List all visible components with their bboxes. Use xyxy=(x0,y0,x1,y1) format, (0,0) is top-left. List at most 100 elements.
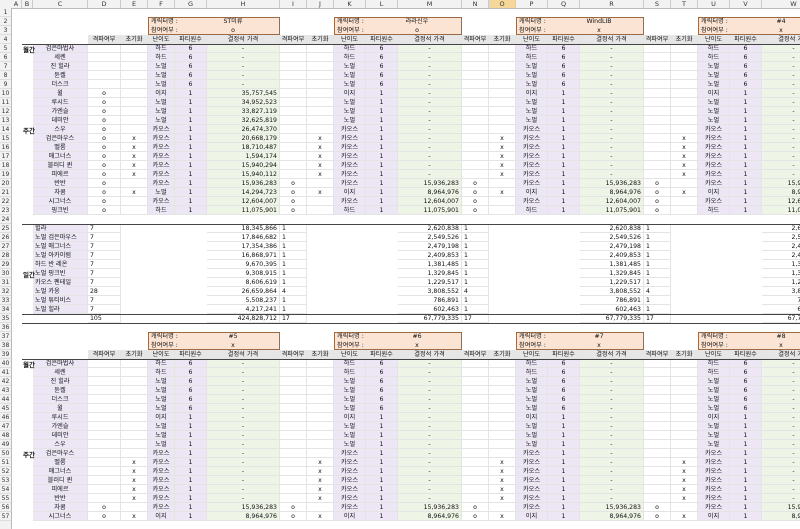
party-cell[interactable]: 6 xyxy=(175,53,207,62)
daily-count[interactable]: 1 xyxy=(462,278,489,287)
clear-cell[interactable]: o xyxy=(462,179,489,188)
reset-cell[interactable]: x xyxy=(121,512,148,521)
row-header-6[interactable]: 6 xyxy=(0,53,11,62)
clear-cell[interactable] xyxy=(88,386,121,395)
daily-boss-name[interactable]: 하드 반 레온 xyxy=(33,260,88,269)
clear-cell[interactable] xyxy=(644,53,671,62)
party-cell[interactable]: 1 xyxy=(730,134,762,143)
party-cell[interactable]: 1 xyxy=(730,98,762,107)
price-cell[interactable]: - xyxy=(398,125,462,134)
party-cell[interactable]: 1 xyxy=(175,98,207,107)
clear-cell[interactable] xyxy=(88,62,121,71)
daily-boss-name[interactable]: 노멀 검은마우스 xyxy=(33,233,88,242)
difficulty-cell[interactable]: 카오스 xyxy=(698,143,730,152)
reset-cell[interactable] xyxy=(489,89,516,98)
difficulty-cell[interactable]: 노멀 xyxy=(698,107,730,116)
clear-cell[interactable]: o xyxy=(644,179,671,188)
daily-price[interactable]: 786,891 xyxy=(398,296,462,305)
daily-price[interactable]: 5,508,237 xyxy=(207,296,280,305)
difficulty-cell[interactable]: 카오스 xyxy=(334,143,366,152)
difficulty-cell[interactable]: 노멀 xyxy=(334,386,366,395)
daily-count[interactable]: 1 xyxy=(462,233,489,242)
price-cell[interactable]: 1,594,174 xyxy=(207,152,280,161)
clear-cell[interactable] xyxy=(462,152,489,161)
party-cell[interactable]: 1 xyxy=(175,152,207,161)
daily-count[interactable]: 7 xyxy=(88,224,121,233)
price-cell[interactable]: - xyxy=(762,485,800,494)
difficulty-cell[interactable]: 하드 xyxy=(698,206,730,215)
clear-cell[interactable] xyxy=(462,476,489,485)
difficulty-cell[interactable]: 노멀 xyxy=(698,98,730,107)
price-cell[interactable]: - xyxy=(580,440,644,449)
participation-value[interactable]: x xyxy=(739,27,800,35)
price-cell[interactable]: - xyxy=(207,359,280,368)
party-cell[interactable]: 1 xyxy=(366,422,398,431)
daily-count[interactable]: 1 xyxy=(462,251,489,260)
daily-boss-name[interactable]: 노멀 아카이럼 xyxy=(33,251,88,260)
clear-cell[interactable] xyxy=(644,395,671,404)
daily-count[interactable]: 1 xyxy=(280,269,307,278)
party-cell[interactable]: 1 xyxy=(730,503,762,512)
party-cell[interactable]: 6 xyxy=(366,53,398,62)
difficulty-cell[interactable]: 하드 xyxy=(148,53,175,62)
header-reset-0[interactable]: 초기화 xyxy=(121,350,148,359)
clear-cell[interactable] xyxy=(644,404,671,413)
reset-cell[interactable] xyxy=(121,89,148,98)
daily-count[interactable]: 1 xyxy=(462,260,489,269)
clear-cell[interactable] xyxy=(88,44,121,53)
difficulty-cell[interactable]: 노멀 xyxy=(148,98,175,107)
clear-cell[interactable] xyxy=(462,44,489,53)
difficulty-cell[interactable]: 하드 xyxy=(148,44,175,53)
column-header-G[interactable]: G xyxy=(175,0,207,8)
price-cell[interactable]: - xyxy=(398,458,462,467)
difficulty-cell[interactable]: 노멀 xyxy=(148,440,175,449)
party-cell[interactable]: 1 xyxy=(730,116,762,125)
clear-cell[interactable] xyxy=(88,53,121,62)
difficulty-cell[interactable]: 카오스 xyxy=(516,476,548,485)
reset-cell[interactable]: x xyxy=(671,188,698,197)
clear-cell[interactable] xyxy=(280,485,307,494)
clear-cell[interactable]: o xyxy=(644,188,671,197)
clear-cell[interactable] xyxy=(280,107,307,116)
daily-count[interactable]: 7 xyxy=(88,233,121,242)
header-price-3[interactable]: 결정석 가격 xyxy=(762,35,800,44)
daily-price[interactable]: 1,329,845 xyxy=(762,269,800,278)
difficulty-cell[interactable]: 카오스 xyxy=(148,503,175,512)
difficulty-cell[interactable]: 노멀 xyxy=(334,107,366,116)
clear-cell[interactable] xyxy=(280,71,307,80)
price-cell[interactable]: - xyxy=(207,449,280,458)
party-cell[interactable]: 6 xyxy=(366,62,398,71)
clear-cell[interactable] xyxy=(280,170,307,179)
row-header-32[interactable]: 32 xyxy=(0,287,11,296)
price-cell[interactable]: 15,940,294 xyxy=(207,161,280,170)
price-cell[interactable]: - xyxy=(207,458,280,467)
header-clear-2[interactable]: 격파여부 xyxy=(462,350,489,359)
reset-cell[interactable]: x xyxy=(307,476,334,485)
daily-price[interactable]: 3,808,552 xyxy=(398,287,462,296)
clear-cell[interactable] xyxy=(462,134,489,143)
party-cell[interactable]: 1 xyxy=(175,494,207,503)
difficulty-cell[interactable]: 카오스 xyxy=(334,197,366,206)
price-cell[interactable]: - xyxy=(207,386,280,395)
price-cell[interactable]: - xyxy=(398,80,462,89)
difficulty-cell[interactable]: 이지 xyxy=(334,413,366,422)
reset-cell[interactable] xyxy=(307,89,334,98)
party-cell[interactable]: 6 xyxy=(730,71,762,80)
reset-cell[interactable]: x xyxy=(121,143,148,152)
daily-count[interactable]: 7 xyxy=(88,260,121,269)
reset-cell[interactable]: x xyxy=(307,161,334,170)
difficulty-cell[interactable]: 이지 xyxy=(148,512,175,521)
difficulty-cell[interactable]: 노멀 xyxy=(516,404,548,413)
price-cell[interactable]: 15,936,283 xyxy=(207,503,280,512)
party-cell[interactable]: 6 xyxy=(366,368,398,377)
difficulty-cell[interactable]: 노멀 xyxy=(148,386,175,395)
header-reset-0[interactable]: 초기화 xyxy=(121,35,148,44)
clear-cell[interactable]: o xyxy=(462,206,489,215)
price-cell[interactable]: - xyxy=(580,89,644,98)
price-cell[interactable]: - xyxy=(398,404,462,413)
column-header-A[interactable]: A xyxy=(11,0,22,8)
reset-cell[interactable] xyxy=(489,404,516,413)
difficulty-cell[interactable]: 이지 xyxy=(334,89,366,98)
header-price-2[interactable]: 결정석 가격 xyxy=(580,35,644,44)
party-cell[interactable]: 6 xyxy=(548,44,580,53)
